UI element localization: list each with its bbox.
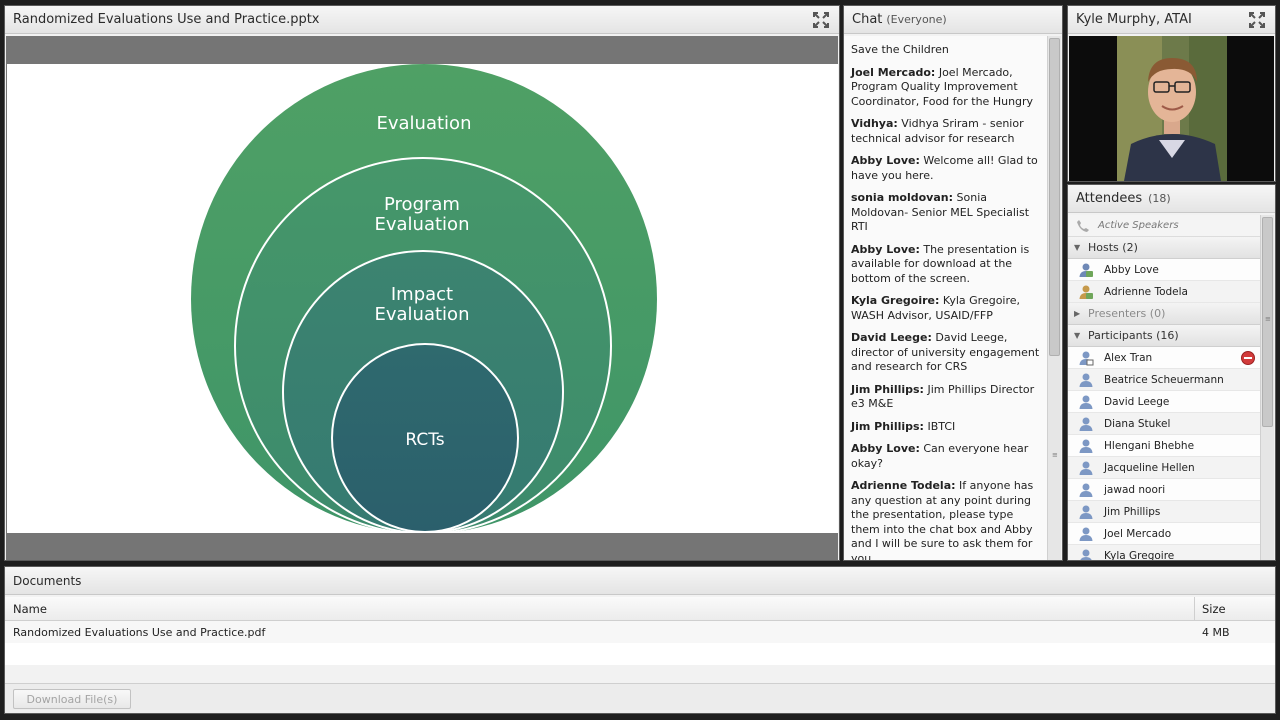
webcam-video (1069, 36, 1274, 181)
participant-user-icon (1079, 483, 1093, 497)
slide: Evaluation Program Evaluation Impact Eva… (7, 64, 838, 533)
file-name: Randomized Evaluations Use and Practice.… (13, 625, 266, 639)
chat-message: Adrienne Todela: If anyone has any quest… (851, 479, 1034, 560)
host-user-icon (1079, 263, 1093, 277)
chat-title: Chat (852, 12, 883, 27)
chat-audience[interactable]: (Everyone) (886, 13, 946, 26)
chat-message: Vidhya: Vidhya Sriram - senior technical… (851, 117, 1024, 145)
active-speakers: Active Speakers (1068, 215, 1261, 237)
video-title: Kyle Murphy, ATAI (1076, 12, 1192, 27)
attendee-row[interactable]: jawad noori (1068, 479, 1261, 501)
attendees-scrollbar[interactable]: ≡ (1260, 215, 1274, 560)
expand-triangle-icon: ▼ (1074, 331, 1081, 340)
participant-user-icon (1079, 505, 1093, 519)
download-files-button[interactable]: Download File(s) (13, 689, 131, 709)
empty-row (5, 643, 1275, 665)
attendee-row[interactable]: Abby Love (1068, 259, 1261, 281)
participant-user-icon (1080, 549, 1092, 560)
status-away-icon (1241, 350, 1255, 365)
chat-scrollbar[interactable]: ≡ (1047, 36, 1061, 560)
chat-scroll-thumb[interactable] (1049, 38, 1060, 356)
chat-message: Joel Mercado: Joel Mercado, Program Qual… (851, 65, 1034, 108)
column-header-name[interactable]: Name (5, 597, 1195, 620)
column-header-size[interactable]: Size (1195, 602, 1275, 616)
attendee-row[interactable]: Jim Phillips (1068, 501, 1261, 523)
participant-user-icon (1079, 395, 1093, 409)
file-row[interactable]: Randomized Evaluations Use and Practice.… (5, 621, 1275, 643)
label-program-evaluation: Evaluation (375, 214, 470, 235)
fullscreen-icon[interactable] (811, 10, 831, 30)
chat-message: Jim Phillips: Jim Phillips Director e3 M… (851, 382, 1035, 411)
hosts-group[interactable]: ▼ Hosts (2) (1068, 237, 1261, 259)
chat-message: Jim Phillips: IBTCI (851, 419, 956, 433)
slide-stage: Evaluation Program Evaluation Impact Eva… (6, 36, 838, 560)
label-program: Program (384, 194, 460, 215)
participant-user-icon (1079, 417, 1093, 431)
phone-icon (1077, 219, 1089, 232)
participants-group[interactable]: ▼ Participants (16) (1068, 325, 1261, 347)
attendees-count: (18) (1148, 192, 1171, 205)
documents-footer: Download File(s) (5, 683, 1275, 713)
attendee-row[interactable]: Adrienne Todela (1068, 281, 1261, 303)
label-impact-evaluation: Evaluation (375, 304, 470, 325)
chat-message: Abby Love: The presentation is available… (851, 242, 1030, 285)
participant-user-icon (1079, 527, 1093, 541)
video-pod-header: Kyle Murphy, ATAI (1068, 6, 1275, 34)
attendee-row[interactable]: Kyla Gregoire (1068, 545, 1261, 560)
attendee-list: Active Speakers ▼ Hosts (2) Abby Love Adr… (1068, 215, 1261, 560)
host-user-icon (1079, 285, 1093, 299)
documents-pod: Documents Name Size Randomized Evaluatio… (4, 566, 1276, 714)
chat-message: Kyla Gregoire: Kyla Gregoire, WASH Advis… (851, 294, 1021, 322)
attendee-row[interactable]: Diana Stukel (1068, 413, 1261, 435)
attendee-row[interactable]: Hlengani Bhebhe (1068, 435, 1261, 457)
attendee-row[interactable]: Joel Mercado (1068, 523, 1261, 545)
attendee-row[interactable]: Beatrice Scheuermann (1068, 369, 1261, 391)
chat-message: sonia moldovan: Sonia Moldovan- Senior M… (851, 191, 1030, 233)
documents-title: Documents (13, 573, 82, 588)
file-size: 4 MB (1202, 625, 1230, 639)
attendees-pod: Attendees (18) Active Speakers ▼ Hosts (2… (1067, 184, 1276, 561)
documents-table-header: Name Size (5, 597, 1275, 621)
share-pod-header: Randomized Evaluations Use and Practice.… (5, 6, 839, 34)
attendees-scroll-grip-icon: ≡ (1265, 315, 1271, 323)
documents-table: Name Size Randomized Evaluations Use and… (5, 597, 1275, 665)
participant-user-icon (1079, 461, 1093, 475)
label-rcts: RCTs (405, 430, 444, 450)
documents-pod-header: Documents (5, 567, 1275, 595)
chat-message: David Leege: David Leege, director of un… (851, 331, 1040, 373)
attendee-row[interactable]: Jacqueline Hellen (1068, 457, 1261, 479)
participant-user-icon (1079, 351, 1094, 365)
expand-triangle-icon: ▼ (1074, 243, 1081, 252)
chat-messages: Save the Children Joel Mercado: Joel Mer… (844, 36, 1048, 560)
participant-user-icon (1079, 373, 1093, 387)
chat-message: Abby Love: Welcome all! Glad to have you… (851, 154, 1038, 182)
attendee-row[interactable]: David Leege (1068, 391, 1261, 413)
fullscreen-icon[interactable] (1247, 10, 1267, 30)
label-impact: Impact (391, 284, 453, 305)
presenters-group[interactable]: ▶ Presenters (0) (1068, 303, 1261, 325)
chat-pod: Chat (Everyone) Save the Children Joel M… (843, 5, 1063, 561)
attendees-pod-header: Attendees (18) (1068, 185, 1275, 213)
chat-pod-header: Chat (Everyone) (844, 6, 1062, 34)
participant-user-icon (1079, 439, 1093, 453)
chat-scroll-grip-icon: ≡ (1052, 451, 1058, 459)
collapse-triangle-icon: ▶ (1074, 309, 1081, 318)
attendees-title: Attendees (1076, 191, 1143, 206)
video-pod: Kyle Murphy, ATAI (1067, 5, 1276, 182)
share-pod: Randomized Evaluations Use and Practice.… (4, 5, 840, 561)
share-title: Randomized Evaluations Use and Practice.… (13, 12, 320, 27)
chat-message: Save the Children (851, 43, 949, 56)
attendee-row[interactable]: Alex Tran (1068, 347, 1261, 369)
label-evaluation: Evaluation (377, 113, 472, 134)
chat-message: Abby Love: Can everyone hear okay? (851, 442, 1029, 470)
